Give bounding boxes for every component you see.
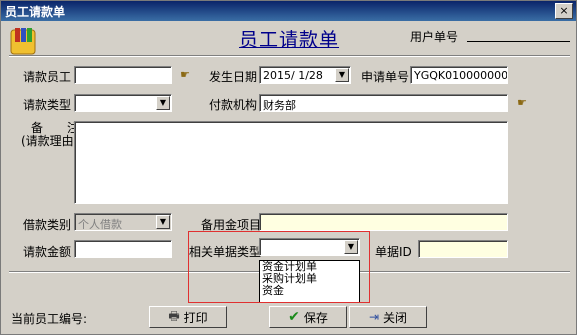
print-label: 打印 [183, 310, 208, 325]
printer-icon: 🖶 [168, 308, 180, 323]
employee-input[interactable] [74, 66, 172, 84]
title-bar: 员工请款单 × [1, 1, 576, 21]
request-no-input[interactable]: YGQK0100000008 [410, 66, 508, 84]
employee-label: 请款员工 [23, 70, 72, 84]
user-number-underline [467, 41, 570, 42]
current-employee-label: 当前员工编号: [11, 312, 88, 326]
amount-input[interactable] [74, 240, 172, 258]
highlight-box [188, 231, 370, 303]
type-dropdown-icon[interactable]: ▼ [156, 96, 170, 110]
amount-label: 请款金额 [23, 245, 72, 259]
org-label: 付款机构 [209, 98, 258, 112]
doc-id-input[interactable] [418, 240, 508, 258]
doc-id-label: 单据ID [375, 245, 412, 259]
org-input[interactable]: 财务部 [259, 94, 508, 112]
user-number-label: 用户单号 [410, 30, 459, 44]
checkmark-icon: ✔ [288, 309, 300, 325]
lookup-employee-icon[interactable]: ☛ [177, 69, 193, 81]
print-button[interactable]: 🖶 打印 [149, 306, 227, 328]
request-no-label: 申请单号 [361, 70, 410, 84]
date-label: 发生日期 [209, 70, 258, 84]
window-title: 员工请款单 [5, 5, 66, 19]
exit-door-icon: ⇥ [368, 310, 380, 324]
save-label: 保存 [303, 310, 328, 325]
borrow-type-dropdown-icon: ▼ [156, 215, 170, 229]
borrow-type-label: 借款类别 [23, 218, 72, 232]
window: 员工请款单 × 员工请款单 用户单号 请款员工 ☛ 发生日期 2015/ 1/2… [0, 0, 577, 335]
form-title: 员工请款单 [239, 29, 340, 51]
borrow-type-value: 个人借款 [78, 218, 122, 231]
note-textarea[interactable] [74, 121, 508, 204]
reserve-input[interactable] [259, 213, 508, 231]
type-select[interactable]: ▼ [74, 94, 172, 112]
date-value: 2015/ 1/28 [263, 69, 323, 82]
borrow-type-select: 个人借款 ▼ [74, 213, 172, 231]
header-separator [9, 55, 570, 57]
close-window-button[interactable]: × [555, 3, 573, 19]
close-button[interactable]: ⇥ 关闭 [349, 306, 427, 328]
type-label: 请款类型 [23, 98, 72, 112]
close-label: 关闭 [383, 310, 408, 325]
note-label-line2: (请款理由) [21, 134, 79, 148]
lookup-org-icon[interactable]: ☛ [514, 97, 530, 109]
date-picker[interactable]: 2015/ 1/28 ▼ [259, 66, 351, 84]
save-button[interactable]: ✔ 保存 [269, 306, 347, 328]
date-dropdown-icon[interactable]: ▼ [335, 68, 349, 82]
app-logo-icon [10, 28, 36, 55]
